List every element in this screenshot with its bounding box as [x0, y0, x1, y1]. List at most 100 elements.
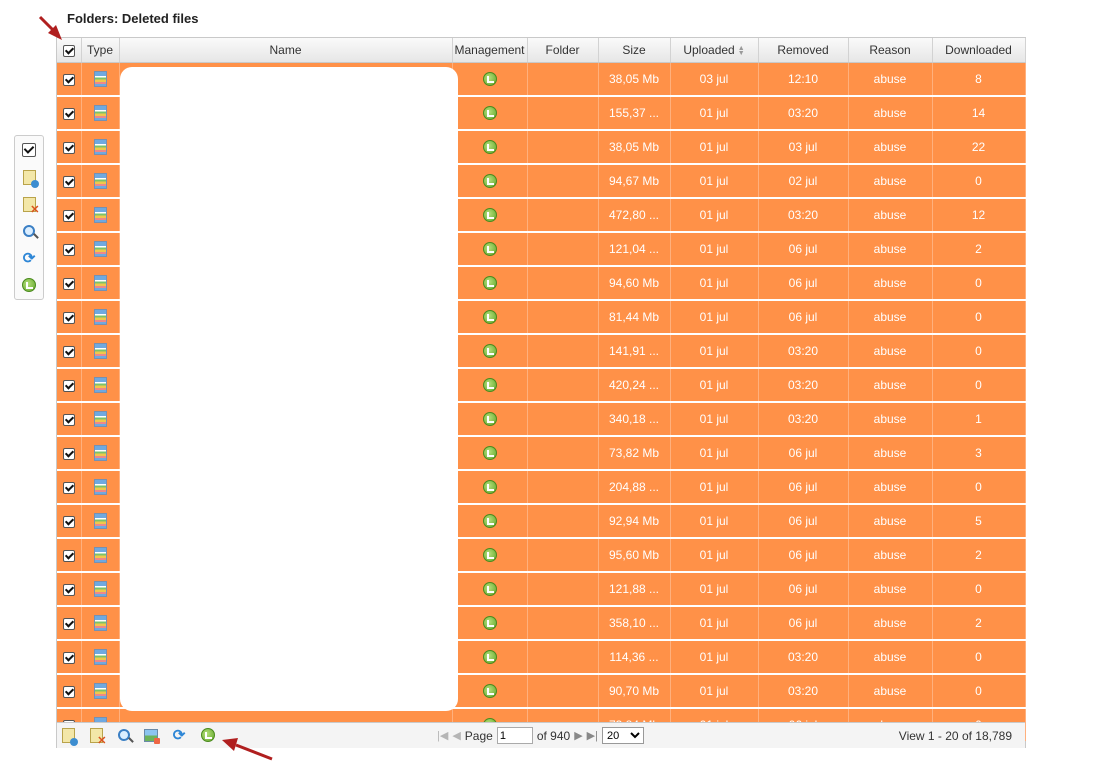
- restore-icon[interactable]: [200, 727, 216, 743]
- last-page-icon[interactable]: ▶|: [587, 729, 598, 742]
- header-reason[interactable]: Reason: [848, 38, 933, 63]
- first-page-icon[interactable]: |◀: [437, 729, 448, 742]
- row-select-cell[interactable]: [57, 470, 82, 505]
- next-page-icon[interactable]: ▶: [574, 729, 582, 742]
- header-removed[interactable]: Removed: [758, 38, 849, 63]
- management-cell[interactable]: [452, 470, 528, 505]
- management-cell[interactable]: [452, 62, 528, 97]
- restore-icon[interactable]: [482, 106, 497, 121]
- row-checkbox[interactable]: [62, 549, 75, 562]
- header-select-all[interactable]: [57, 38, 82, 63]
- header-uploaded[interactable]: Uploaded ▲ ▼: [670, 38, 759, 63]
- management-cell[interactable]: [452, 572, 528, 607]
- header-folder[interactable]: Folder: [527, 38, 599, 63]
- restore-icon[interactable]: [482, 276, 497, 291]
- row-checkbox[interactable]: [62, 277, 75, 290]
- header-management[interactable]: Management: [452, 38, 528, 63]
- delete-file-icon[interactable]: [21, 196, 40, 216]
- row-checkbox[interactable]: [62, 447, 75, 460]
- row-checkbox[interactable]: [62, 651, 75, 664]
- row-select-cell[interactable]: [57, 164, 82, 199]
- restore-icon[interactable]: [482, 378, 497, 393]
- restore-icon[interactable]: [482, 412, 497, 427]
- header-name[interactable]: Name: [119, 38, 453, 63]
- restore-icon[interactable]: [482, 310, 497, 325]
- refresh-icon[interactable]: ⟳: [21, 250, 37, 267]
- management-cell[interactable]: [452, 300, 528, 335]
- restore-icon[interactable]: [482, 446, 497, 461]
- restore-icon[interactable]: [482, 582, 497, 597]
- row-select-cell[interactable]: [57, 538, 82, 573]
- restore-icon[interactable]: [482, 514, 497, 529]
- row-checkbox[interactable]: [62, 583, 75, 596]
- prev-page-icon[interactable]: ◀: [452, 729, 460, 742]
- management-cell[interactable]: [452, 538, 528, 573]
- row-select-cell[interactable]: [57, 640, 82, 675]
- management-cell[interactable]: [452, 334, 528, 369]
- row-select-cell[interactable]: [57, 504, 82, 539]
- row-select-cell[interactable]: [57, 62, 82, 97]
- rows-per-page-select[interactable]: 20: [602, 727, 644, 744]
- row-checkbox[interactable]: [62, 209, 75, 222]
- header-downloaded[interactable]: Downloaded: [932, 38, 1026, 63]
- row-checkbox[interactable]: [62, 73, 75, 86]
- restore-icon[interactable]: [21, 277, 37, 293]
- row-select-cell[interactable]: [57, 368, 82, 403]
- row-select-cell[interactable]: [57, 334, 82, 369]
- management-cell[interactable]: [452, 504, 528, 539]
- row-select-cell[interactable]: [57, 96, 82, 131]
- management-cell[interactable]: [452, 164, 528, 199]
- row-select-cell[interactable]: [57, 674, 82, 709]
- management-cell[interactable]: [452, 368, 528, 403]
- restore-icon[interactable]: [482, 72, 497, 87]
- header-size[interactable]: Size: [598, 38, 671, 63]
- restore-icon[interactable]: [482, 208, 497, 223]
- row-select-cell[interactable]: [57, 300, 82, 335]
- refresh-icon[interactable]: ⟳: [171, 727, 187, 744]
- add-file-icon[interactable]: [60, 727, 78, 746]
- row-select-cell[interactable]: [57, 130, 82, 165]
- management-cell[interactable]: [452, 674, 528, 709]
- management-cell[interactable]: [452, 130, 528, 165]
- management-cell[interactable]: [452, 198, 528, 233]
- row-checkbox[interactable]: [62, 515, 75, 528]
- row-checkbox[interactable]: [62, 311, 75, 324]
- restore-icon[interactable]: [482, 140, 497, 155]
- row-checkbox[interactable]: [62, 107, 75, 120]
- restore-icon[interactable]: [482, 242, 497, 257]
- management-cell[interactable]: [452, 266, 528, 301]
- row-checkbox[interactable]: [62, 243, 75, 256]
- row-select-cell[interactable]: [57, 266, 82, 301]
- select-all-icon[interactable]: [21, 142, 37, 158]
- row-select-cell[interactable]: [57, 198, 82, 233]
- restore-icon[interactable]: [482, 650, 497, 665]
- row-select-cell[interactable]: [57, 436, 82, 471]
- row-select-cell[interactable]: [57, 232, 82, 267]
- row-checkbox[interactable]: [62, 481, 75, 494]
- image-view-icon[interactable]: [143, 727, 160, 744]
- add-file-icon[interactable]: [21, 169, 39, 188]
- row-select-cell[interactable]: [57, 572, 82, 607]
- header-type[interactable]: Type: [81, 38, 120, 63]
- management-cell[interactable]: [452, 606, 528, 641]
- row-checkbox[interactable]: [62, 413, 75, 426]
- row-checkbox[interactable]: [62, 345, 75, 358]
- delete-file-icon[interactable]: [88, 727, 107, 747]
- row-checkbox[interactable]: [62, 685, 75, 698]
- restore-icon[interactable]: [482, 174, 497, 189]
- search-icon[interactable]: [21, 223, 37, 239]
- restore-icon[interactable]: [482, 548, 497, 563]
- row-checkbox[interactable]: [62, 141, 75, 154]
- management-cell[interactable]: [452, 436, 528, 471]
- row-checkbox[interactable]: [62, 175, 75, 188]
- row-select-cell[interactable]: [57, 606, 82, 641]
- restore-icon[interactable]: [482, 480, 497, 495]
- row-select-cell[interactable]: [57, 402, 82, 437]
- page-number-input[interactable]: [496, 727, 533, 744]
- select-all-checkbox[interactable]: [62, 44, 75, 57]
- restore-icon[interactable]: [482, 616, 497, 631]
- row-checkbox[interactable]: [62, 617, 75, 630]
- management-cell[interactable]: [452, 402, 528, 437]
- management-cell[interactable]: [452, 96, 528, 131]
- management-cell[interactable]: [452, 640, 528, 675]
